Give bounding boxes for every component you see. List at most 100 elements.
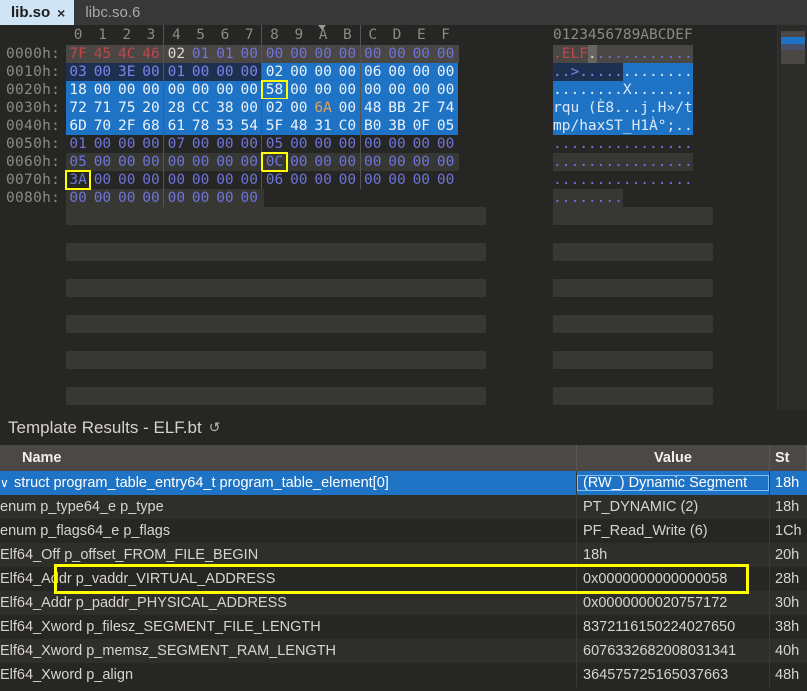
hex-byte[interactable]: 00 — [433, 45, 457, 63]
table-row[interactable]: Elf64_Off p_offset_FROM_FILE_BEGIN18h20h — [0, 543, 807, 567]
table-row[interactable]: enum p_type64_e p_typePT_DYNAMIC (2)18h — [0, 495, 807, 519]
hex-byte[interactable]: 00 — [188, 135, 212, 153]
hex-byte[interactable]: 00 — [164, 171, 188, 189]
hex-byte[interactable]: 00 — [385, 45, 409, 63]
hex-byte[interactable]: 54 — [237, 117, 261, 135]
hex-byte[interactable]: 07 — [164, 135, 188, 153]
cell-start[interactable]: 40h — [770, 639, 807, 663]
hex-byte[interactable]: 00 — [361, 171, 385, 189]
ascii-cell[interactable]: ..>............. — [553, 63, 693, 81]
cell-value[interactable]: (RW_) Dynamic Segment — [577, 471, 770, 495]
hex-byte[interactable]: 48 — [287, 117, 311, 135]
hex-byte[interactable]: 00 — [287, 171, 311, 189]
cell-value[interactable]: 364575725165037663 — [577, 663, 770, 687]
hex-byte[interactable]: 00 — [287, 81, 311, 99]
hex-byte[interactable]: 00 — [90, 153, 114, 171]
hex-byte[interactable]: 6D — [66, 117, 90, 135]
hex-row[interactable]: 0070h:3A000000000000000600000000000000..… — [0, 171, 777, 189]
column-header-value[interactable]: Value — [577, 445, 770, 471]
hex-byte[interactable]: 00 — [385, 63, 409, 81]
table-row[interactable]: Elf64_Addr p_vaddr_VIRTUAL_ADDRESS0x0000… — [0, 567, 807, 591]
hex-byte[interactable]: 00 — [409, 81, 433, 99]
table-row[interactable]: Elf64_Xword p_align36457572516503766348h — [0, 663, 807, 687]
hex-row[interactable]: 0050h:01000000070000000500000000000000..… — [0, 135, 777, 153]
ascii-cell[interactable]: ................ — [553, 171, 693, 189]
cell-value[interactable]: 0x0000000000000058 — [577, 567, 770, 591]
hex-byte[interactable]: 00 — [213, 171, 237, 189]
ascii-cell[interactable]: ........ — [553, 189, 623, 207]
hex-row[interactable]: 0010h:03003E00010000000200000006000000..… — [0, 63, 777, 81]
tab-lib-so[interactable]: lib.so × — [0, 0, 74, 25]
table-row[interactable]: Elf64_Xword p_memsz_SEGMENT_RAM_LENGTH60… — [0, 639, 807, 663]
hex-byte[interactable]: 01 — [164, 63, 188, 81]
hex-byte[interactable]: BB — [385, 99, 409, 117]
hex-byte[interactable]: 38 — [213, 99, 237, 117]
ascii-cell[interactable]: ................ — [553, 153, 693, 171]
hex-byte[interactable]: 00 — [385, 135, 409, 153]
hex-byte[interactable]: 74 — [433, 99, 457, 117]
hex-byte[interactable]: 00 — [335, 45, 359, 63]
cell-start[interactable]: 48h — [770, 663, 807, 687]
hex-byte[interactable]: 05 — [66, 153, 90, 171]
cell-value[interactable]: 18h — [577, 543, 770, 567]
hex-row[interactable]: 0040h:6D702F68617853545F4831C0B03B0F05mp… — [0, 117, 777, 135]
hex-byte[interactable]: 00 — [237, 99, 261, 117]
table-row[interactable]: enum p_flags64_e p_flagsPF_Read_Write (6… — [0, 519, 807, 543]
hex-byte[interactable]: 00 — [311, 81, 335, 99]
hex-byte[interactable]: 05 — [262, 135, 286, 153]
cell-start[interactable]: 28h — [770, 567, 807, 591]
cell-start[interactable]: 38h — [770, 615, 807, 639]
hex-byte[interactable]: 01 — [188, 45, 212, 63]
hex-byte[interactable]: 00 — [213, 189, 237, 207]
hex-byte[interactable]: 00 — [188, 63, 212, 81]
hex-byte[interactable]: 00 — [385, 171, 409, 189]
hex-byte[interactable]: CC — [188, 99, 212, 117]
cell-name[interactable]: enum p_type64_e p_type — [0, 495, 577, 519]
hex-byte[interactable]: 31 — [311, 117, 335, 135]
hex-row[interactable]: 0030h:7271752028CC380002006A0048BB2F74rq… — [0, 99, 777, 117]
hex-byte[interactable]: 00 — [139, 153, 163, 171]
hex-byte[interactable]: 00 — [433, 153, 457, 171]
hex-byte[interactable]: 00 — [311, 135, 335, 153]
hex-byte[interactable]: 00 — [335, 153, 359, 171]
cell-start[interactable]: 1Ch — [770, 519, 807, 543]
hex-byte[interactable]: 00 — [311, 153, 335, 171]
table-row[interactable]: Elf64_Xword p_filesz_SEGMENT_FILE_LENGTH… — [0, 615, 807, 639]
hex-byte[interactable]: 00 — [385, 81, 409, 99]
hex-byte[interactable]: 00 — [287, 63, 311, 81]
hex-byte[interactable]: 28 — [164, 99, 188, 117]
cell-value[interactable]: PT_DYNAMIC (2) — [577, 495, 770, 519]
hex-byte[interactable]: 00 — [237, 189, 261, 207]
hex-byte[interactable]: 00 — [90, 81, 114, 99]
hex-byte[interactable]: 02 — [262, 99, 286, 117]
hex-byte[interactable]: 00 — [335, 99, 359, 117]
hex-byte[interactable]: 00 — [115, 135, 139, 153]
hex-byte[interactable]: 00 — [361, 153, 385, 171]
tab-libc-so-6[interactable]: libc.so.6 — [74, 0, 149, 25]
hex-byte[interactable]: 00 — [311, 63, 335, 81]
hex-byte[interactable]: 00 — [361, 81, 385, 99]
cell-start[interactable]: 30h — [770, 591, 807, 615]
hex-byte[interactable]: 00 — [213, 135, 237, 153]
hex-byte[interactable]: 00 — [237, 63, 261, 81]
hex-byte[interactable]: 6A — [311, 99, 335, 117]
hex-byte[interactable]: 00 — [115, 153, 139, 171]
hex-byte[interactable]: 00 — [66, 189, 90, 207]
column-header-name[interactable]: Name — [0, 445, 577, 471]
hex-byte[interactable]: 3B — [385, 117, 409, 135]
hex-byte[interactable]: 00 — [237, 81, 261, 99]
hex-byte[interactable]: 00 — [237, 45, 261, 63]
hex-byte[interactable]: 00 — [213, 81, 237, 99]
hex-byte[interactable]: 00 — [433, 63, 457, 81]
hex-byte[interactable]: 0F — [409, 117, 433, 135]
cell-name[interactable]: Elf64_Addr p_paddr_PHYSICAL_ADDRESS — [0, 591, 577, 615]
hex-byte[interactable]: B0 — [361, 117, 385, 135]
hex-byte[interactable]: 06 — [262, 171, 286, 189]
cell-value[interactable]: 0x0000000020757172 — [577, 591, 770, 615]
hex-byte[interactable]: 00 — [188, 81, 212, 99]
hex-byte[interactable]: 00 — [409, 171, 433, 189]
hex-byte[interactable]: 3A — [66, 171, 90, 189]
hex-byte[interactable]: 00 — [409, 63, 433, 81]
hex-byte[interactable]: 58 — [262, 81, 286, 99]
hex-byte[interactable]: 53 — [213, 117, 237, 135]
